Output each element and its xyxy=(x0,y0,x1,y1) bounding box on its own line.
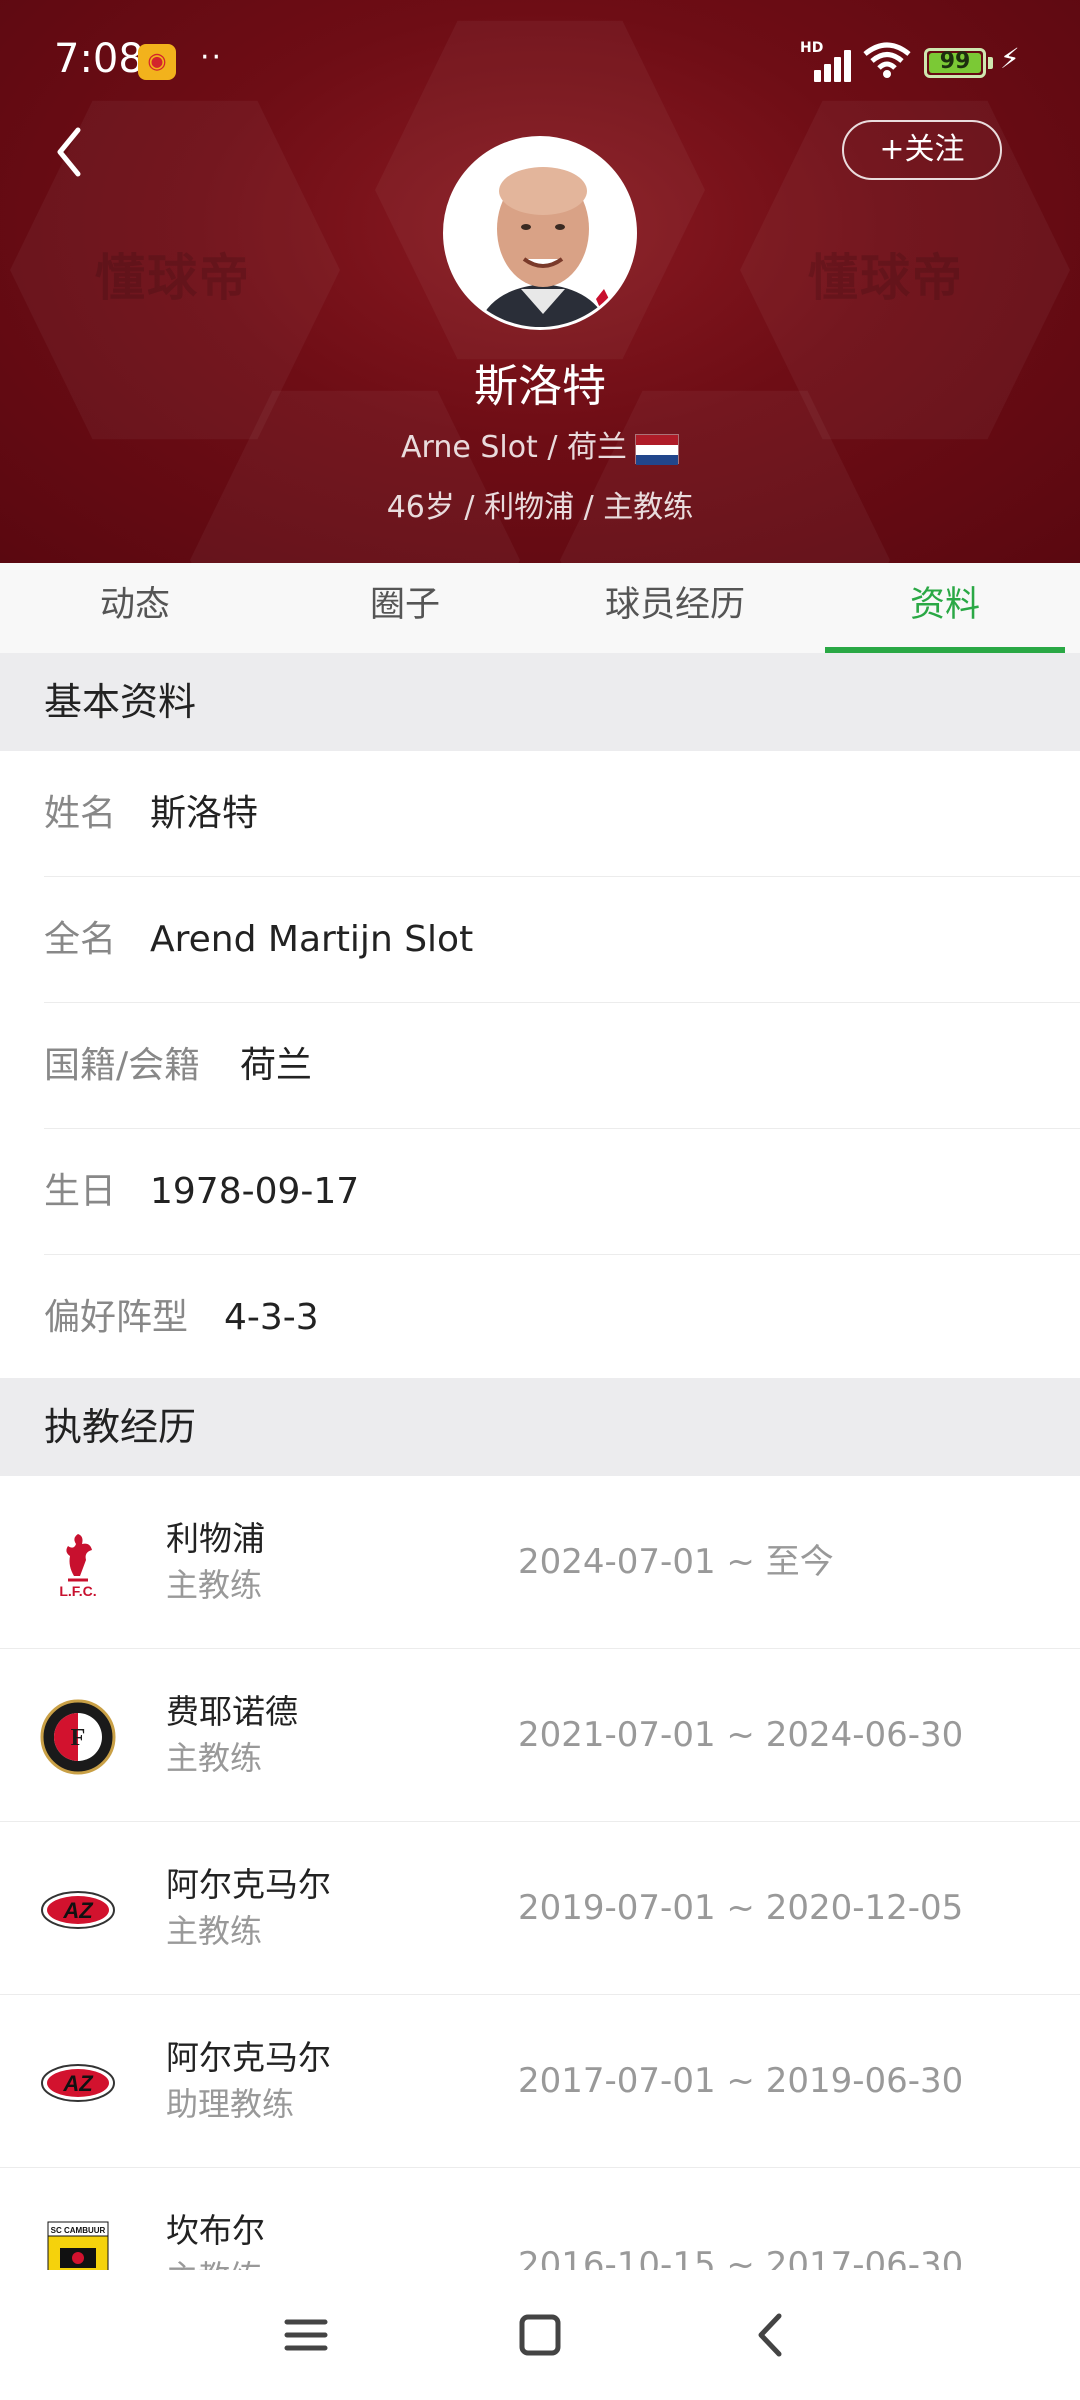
info-row-nationality: 国籍/会籍 荷兰 xyxy=(0,1003,1080,1129)
section-title-basic-info: 基本资料 xyxy=(0,653,1080,751)
tab-circle[interactable]: 圈子 xyxy=(270,563,540,653)
cambuur-logo: SC CAMBUUR xyxy=(47,2221,109,2270)
coach-details: 46岁 / 利物浦 / 主教练 xyxy=(386,490,694,525)
profile-header: 懂球帝 懂球帝 7:08 ◉ ·· HD 99 ⚡ +关注 斯洛特 Arne S… xyxy=(0,0,1080,563)
battery-tip xyxy=(988,57,993,69)
info-row-formation: 偏好阵型 4-3-3 xyxy=(44,1297,319,1338)
az-logo: AZ xyxy=(41,1891,115,1929)
tab-player-career[interactable]: 球员经历 xyxy=(540,563,810,653)
info-row-full-name: 全名 Arend Martijn Slot xyxy=(0,877,1080,1003)
svg-text:F: F xyxy=(71,1725,86,1751)
home-icon[interactable] xyxy=(505,2300,575,2370)
back-icon[interactable] xyxy=(737,2300,807,2370)
watermark-logo: 懂球帝 xyxy=(95,249,251,307)
signal-icon xyxy=(800,42,854,82)
az-logo: AZ xyxy=(41,2064,115,2102)
tab-dynamics[interactable]: 动态 xyxy=(0,563,270,653)
career-row[interactable]: SC CAMBUUR 坎布尔 主教练 2016-10-15 ~ 2017-06-… xyxy=(0,2168,1080,2270)
netherlands-flag-icon xyxy=(635,433,679,465)
career-row[interactable]: AZ 阿尔克马尔 主教练 2019-07-01 ~ 2020-12-05 xyxy=(0,1822,1080,1995)
more-notifications-icon: ·· xyxy=(200,40,224,75)
career-row[interactable]: AZ 阿尔克马尔 助理教练 2017-07-01 ~ 2019-06-30 xyxy=(0,1995,1080,2168)
svg-text:AZ: AZ xyxy=(62,1898,94,1923)
profile-tabs: 动态 圈子 球员经历 资料 xyxy=(0,563,1080,653)
clock: 7:08 xyxy=(54,36,144,82)
follow-button[interactable]: +关注 xyxy=(842,120,1002,180)
weibo-notification-icon: ◉ xyxy=(138,44,176,80)
back-arrow-icon[interactable] xyxy=(50,122,90,182)
coach-name: 斯洛特 xyxy=(474,361,606,412)
charging-icon: ⚡ xyxy=(1000,42,1020,75)
svg-text:SC CAMBUUR: SC CAMBUUR xyxy=(51,2226,106,2235)
info-row-name: 姓名 斯洛特 xyxy=(0,751,1080,877)
wifi-icon xyxy=(863,42,911,78)
menu-icon[interactable] xyxy=(271,2300,341,2370)
feyenoord-logo: F xyxy=(40,1699,116,1775)
watermark-logo: 懂球帝 xyxy=(808,249,964,307)
career-row[interactable]: L.F.C. 利物浦 主教练 2024-07-01 ~ 至今 xyxy=(0,1476,1080,1649)
coach-avatar xyxy=(443,136,637,330)
liverpool-logo: L.F.C. xyxy=(59,1534,97,1599)
battery-icon: 99 xyxy=(924,48,986,78)
svg-text:AZ: AZ xyxy=(62,2071,94,2096)
section-title-coaching-career: 执教经历 xyxy=(0,1378,1080,1476)
info-row-birthday: 生日 1978-09-17 xyxy=(0,1129,1080,1255)
svg-text:L.F.C.: L.F.C. xyxy=(59,1583,96,1599)
tab-profile[interactable]: 资料 xyxy=(810,563,1080,653)
system-navigation-bar xyxy=(0,2270,1080,2400)
coach-english-name-country: Arne Slot / 荷兰 xyxy=(400,430,627,465)
career-row[interactable]: F 费耶诺德 主教练 2021-07-01 ~ 2024-06-30 xyxy=(0,1649,1080,1822)
status-bar: 7:08 ◉ ·· HD 99 ⚡ xyxy=(0,0,1080,125)
coach-subtitle: Arne Slot / 荷兰 xyxy=(0,422,1080,466)
